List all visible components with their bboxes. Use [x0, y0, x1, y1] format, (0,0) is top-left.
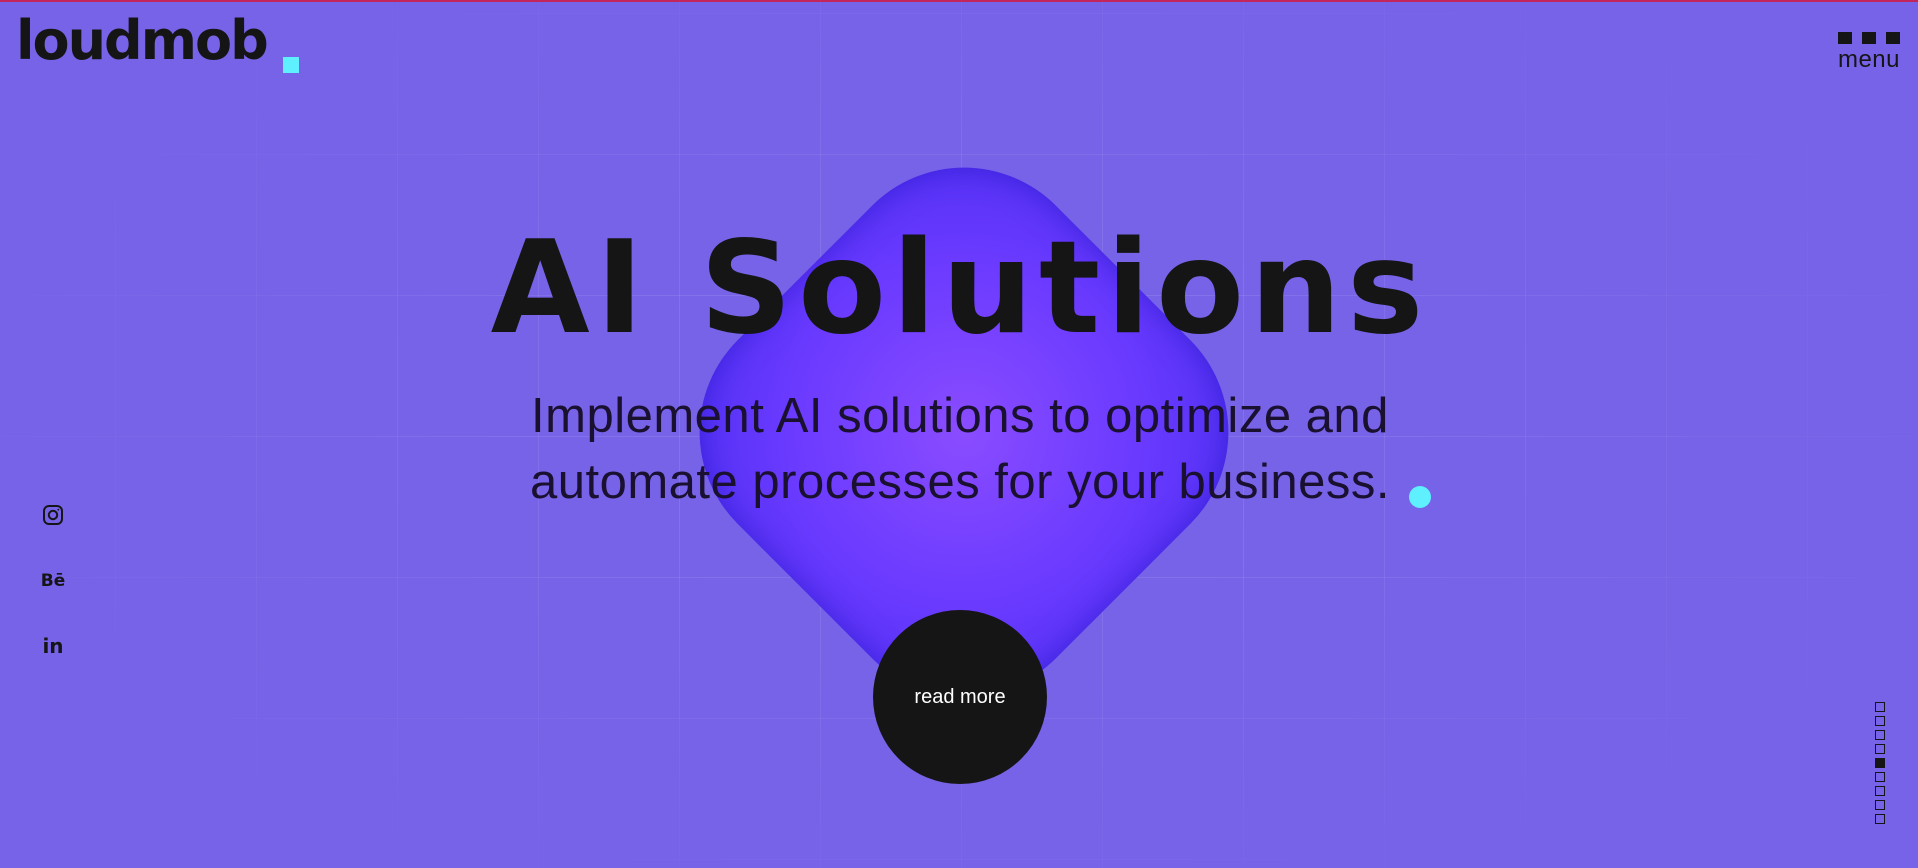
menu-icon — [1838, 32, 1900, 44]
logo[interactable]: loudmob — [16, 14, 269, 68]
hero-title: AI Solutions — [490, 214, 1430, 363]
menu-button[interactable]: menu — [1836, 32, 1902, 72]
cursor-dot — [1409, 486, 1431, 508]
read-more-button[interactable]: read more — [873, 610, 1047, 784]
pager-dot[interactable] — [1875, 814, 1885, 824]
menu-label: menu — [1837, 46, 1901, 73]
pager-dot[interactable] — [1875, 786, 1885, 796]
behance-icon[interactable]: Bē — [36, 564, 70, 598]
pager-dot[interactable] — [1875, 702, 1885, 712]
section-pager — [1875, 702, 1889, 824]
linkedin-icon[interactable]: in — [36, 629, 70, 663]
logo-accent-square — [283, 57, 299, 73]
pager-dot[interactable] — [1875, 800, 1885, 810]
pager-dot[interactable] — [1875, 744, 1885, 754]
pager-dot[interactable] — [1875, 758, 1885, 768]
instagram-icon[interactable] — [36, 498, 70, 532]
pager-dot[interactable] — [1875, 772, 1885, 782]
pager-dot[interactable] — [1875, 716, 1885, 726]
pager-dot[interactable] — [1875, 730, 1885, 740]
hero-subtitle: Implement AI solutions to optimize and a… — [529, 389, 1391, 509]
